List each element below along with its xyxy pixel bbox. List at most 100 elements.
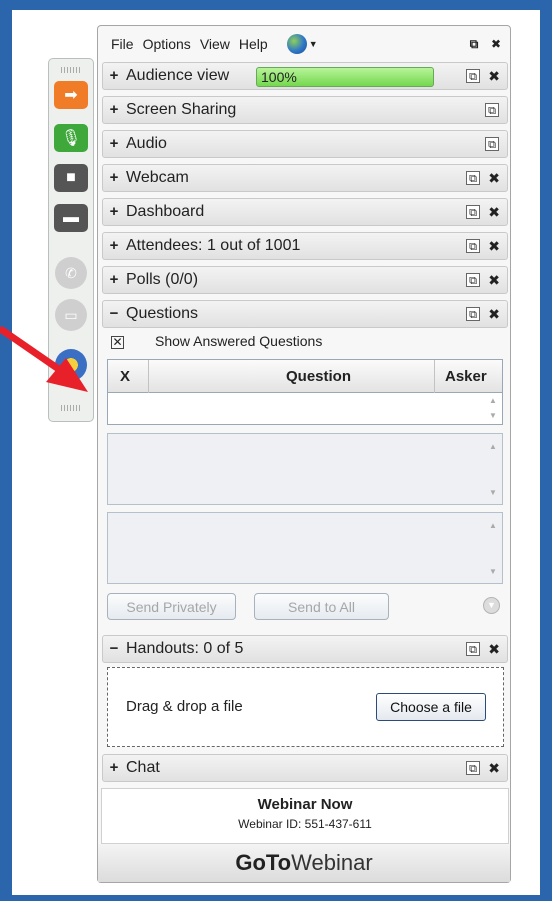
send-to-all-button[interactable]: Send to All [254,593,389,620]
menu-help[interactable]: Help [239,36,268,52]
section-label: Polls (0/0) [126,271,199,288]
section-label: Audio [126,135,167,152]
section-label: Dashboard [126,203,205,220]
toolbar-grip-bottom[interactable] [61,405,81,411]
answer-scrollbar[interactable]: ▲ ▼ [484,513,502,583]
menu-options[interactable]: Options [143,36,191,52]
webinar-info: Webinar Now Webinar ID: 551-437-611 [101,788,509,844]
answer-input-box[interactable]: ▲ ▼ [107,512,503,584]
show-answered-label: Show Answered Questions [155,333,323,349]
close-icon[interactable]: ✖ [488,68,500,85]
close-panel-icon[interactable]: ✖ [488,36,504,52]
questions-scrollbar[interactable]: ▲ ▼ [484,393,502,425]
column-question[interactable]: Question [286,368,351,385]
section-label: Audience view [126,67,230,84]
popout-icon[interactable]: ⧉ [466,761,480,775]
webinar-id: Webinar ID: 551-437-611 [238,817,372,831]
phone-icon: ✆ [65,264,77,281]
column-x[interactable]: X [120,368,130,385]
column-divider [148,360,149,393]
close-icon[interactable]: ✖ [488,641,500,658]
popout-icon[interactable]: ⧉ [466,205,480,219]
menu-file[interactable]: File [111,36,134,52]
section-chat[interactable]: + Chat ⧉ ✖ [102,754,508,782]
section-polls[interactable]: + Polls (0/0) ⧉ ✖ [102,266,508,294]
scroll-up-icon[interactable]: ▲ [489,521,497,530]
show-hide-panel-button[interactable]: ➡ [54,81,88,109]
microphone-button[interactable]: 🎙 [54,124,88,152]
send-options-chevron-icon[interactable]: ▼ [483,597,500,614]
section-label: Questions [126,305,199,322]
scroll-down-icon[interactable]: ▼ [489,411,497,420]
question-detail-box[interactable]: ▲ ▼ [107,433,503,505]
language-globe-icon[interactable] [286,34,307,54]
expand-icon[interactable]: + [107,102,121,117]
monitor-icon: ▬ [63,209,79,226]
popout-icon[interactable]: ⧉ [466,69,480,83]
expand-icon[interactable]: + [107,170,121,185]
microphone-icon: 🎙 [60,130,82,147]
column-divider [434,360,435,393]
close-icon[interactable]: ✖ [488,306,500,323]
expand-icon[interactable]: + [107,68,121,83]
expand-icon[interactable]: + [107,238,121,253]
control-panel: File Options View Help ▼ ⧉ ✖ + Audience … [97,25,511,883]
close-icon[interactable]: ✖ [488,238,500,255]
collapse-icon[interactable]: − [107,306,121,321]
section-webcam[interactable]: + Webcam ⧉ ✖ [102,164,508,192]
menu-view[interactable]: View [200,36,230,52]
red-arrow-annotation [0,326,88,392]
toolbar-grip-top[interactable] [61,67,81,73]
handout-drop-zone[interactable]: Drag & drop a file Choose a file [107,667,504,747]
scroll-up-icon[interactable]: ▲ [489,396,497,405]
close-icon[interactable]: ✖ [488,204,500,221]
close-icon[interactable]: ✖ [488,170,500,187]
webcam-button[interactable]: ■ [54,164,88,192]
logo-webinar: Webinar [291,850,373,875]
popout-icon[interactable]: ⧉ [466,307,480,321]
popout-icon[interactable]: ⧉ [485,137,499,151]
popout-icon[interactable]: ⧉ [466,239,480,253]
chevron-down-icon[interactable]: ▼ [309,39,318,49]
popout-icon[interactable]: ⧉ [485,103,499,117]
popout-panel-icon[interactable]: ⧉ [466,36,482,52]
phone-button[interactable]: ✆ [55,257,87,289]
popout-icon[interactable]: ⧉ [466,171,480,185]
section-handouts[interactable]: − Handouts: 0 of 5 ⧉ ✖ [102,635,508,663]
camera-icon: ■ [66,169,76,186]
section-label: Attendees: 1 out of 1001 [126,237,301,254]
expand-icon[interactable]: + [107,272,121,287]
section-dashboard[interactable]: + Dashboard ⧉ ✖ [102,198,508,226]
section-screen-sharing[interactable]: + Screen Sharing ⧉ [102,96,508,124]
screen-share-button[interactable]: ▬ [54,204,88,232]
expand-icon[interactable]: + [107,760,121,775]
choose-file-button[interactable]: Choose a file [376,693,486,721]
scroll-down-icon[interactable]: ▼ [489,488,497,497]
scroll-up-icon[interactable]: ▲ [489,442,497,451]
show-answered-checkbox[interactable]: ✕ [111,336,124,349]
popout-icon[interactable]: ⧉ [466,273,480,287]
collapse-icon[interactable]: − [107,641,121,656]
audience-meter: 100% [256,67,434,87]
detail-scrollbar[interactable]: ▲ ▼ [484,434,502,504]
close-icon[interactable]: ✖ [488,760,500,777]
section-label: Chat [126,759,160,776]
close-icon[interactable]: ✖ [488,272,500,289]
section-audio[interactable]: + Audio ⧉ [102,130,508,158]
section-label: Webcam [126,169,189,186]
section-questions[interactable]: − Questions ⧉ ✖ [102,300,508,328]
popout-icon[interactable]: ⧉ [466,642,480,656]
column-asker[interactable]: Asker [445,368,487,385]
expand-icon[interactable]: + [107,136,121,151]
menu-bar: File Options View Help ▼ [98,26,510,62]
section-label: Handouts: 0 of 5 [126,640,244,657]
section-label: Screen Sharing [126,101,237,118]
section-attendees[interactable]: + Attendees: 1 out of 1001 ⧉ ✖ [102,232,508,260]
send-privately-button[interactable]: Send Privately [107,593,236,620]
scroll-down-icon[interactable]: ▼ [489,567,497,576]
section-audience-view[interactable]: + Audience view 100% ⧉ ✖ [102,62,508,90]
questions-table: X Question Asker ▲ ▼ [107,359,503,425]
logo-goto: GoTo [235,850,292,875]
webinar-title: Webinar Now [257,796,353,813]
expand-icon[interactable]: + [107,204,121,219]
